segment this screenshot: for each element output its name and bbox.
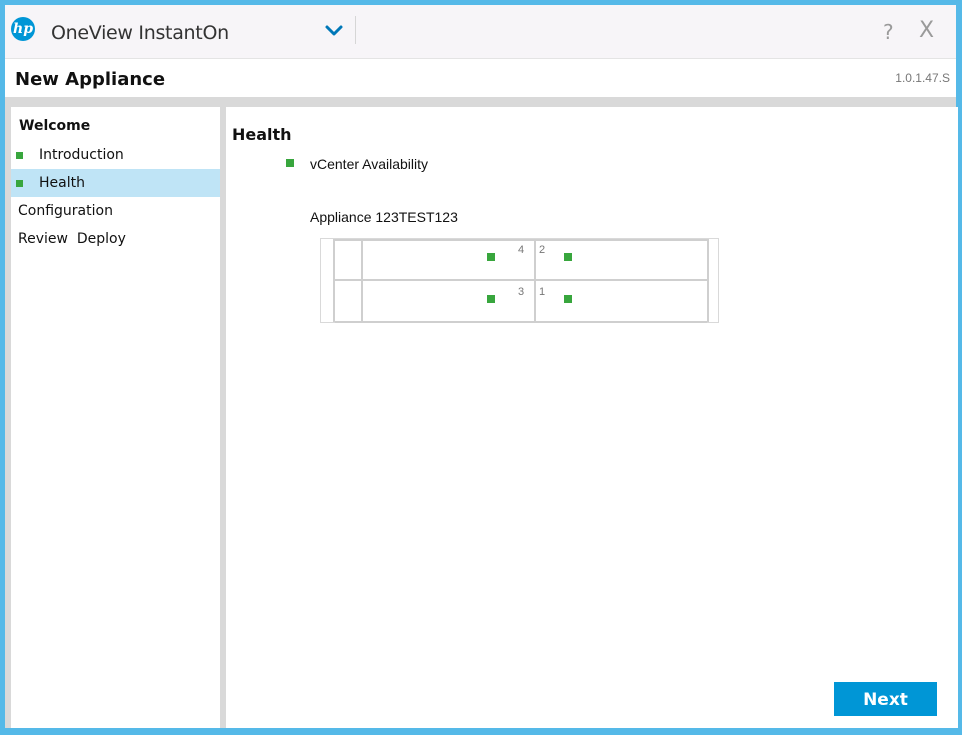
sidebar-item-label: Health xyxy=(39,175,85,191)
sidebar-item-label: Review Deploy xyxy=(18,231,126,247)
title-divider xyxy=(355,16,356,44)
enclosure-divider xyxy=(361,279,363,321)
app-window: hp OneView InstantOn ? X New Appliance 1… xyxy=(5,5,958,728)
next-button[interactable]: Next xyxy=(834,682,937,716)
bay-1-number: 1 xyxy=(539,286,546,298)
sidebar: Welcome Introduction Health Configuratio… xyxy=(11,107,224,728)
hp-logo: hp xyxy=(11,17,35,41)
bay-4-status-icon xyxy=(487,253,495,261)
bay-2-number: 2 xyxy=(539,244,546,256)
sidebar-item-label: Introduction xyxy=(39,147,124,163)
header-divider xyxy=(5,97,956,107)
bay-3-number: 3 xyxy=(518,286,525,298)
sidebar-item-review-deploy[interactable]: Review Deploy xyxy=(11,225,220,253)
enclosure-frame: 4 2 3 1 xyxy=(333,239,709,323)
sidebar-item-welcome[interactable]: Welcome xyxy=(11,112,220,140)
bay-1-status-icon xyxy=(564,295,572,303)
vcenter-availability-label: vCenter Availability xyxy=(310,156,429,172)
sidebar-item-label: Configuration xyxy=(18,203,113,219)
sidebar-item-introduction[interactable]: Introduction xyxy=(11,141,220,169)
enclosure-divider xyxy=(534,279,536,321)
main-content: Health vCenter Availability Appliance 12… xyxy=(224,107,958,728)
bay-2-status-icon xyxy=(564,253,572,261)
enclosure-divider xyxy=(361,239,363,281)
bay-3-status-icon xyxy=(487,295,495,303)
close-button[interactable]: X xyxy=(919,18,934,43)
chevron-down-icon[interactable] xyxy=(323,19,345,41)
section-title: Health xyxy=(232,125,292,144)
sidebar-item-configuration[interactable]: Configuration xyxy=(11,197,220,225)
enclosure-divider xyxy=(534,239,536,281)
help-button[interactable]: ? xyxy=(883,20,894,44)
enclosure-diagram: 4 2 3 1 xyxy=(320,238,719,323)
sidebar-item-health[interactable]: Health xyxy=(11,169,220,197)
status-ok-icon xyxy=(16,152,23,159)
bay-4-number: 4 xyxy=(518,244,525,256)
version-label: 1.0.1.47.S xyxy=(895,71,950,85)
status-ok-icon xyxy=(286,159,294,167)
appliance-label: Appliance 123TEST123 xyxy=(310,209,458,225)
title-bar: hp OneView InstantOn ? X xyxy=(5,5,956,59)
page-title: New Appliance xyxy=(15,69,166,90)
sidebar-item-label: Welcome xyxy=(19,118,91,134)
page-header: New Appliance 1.0.1.47.S xyxy=(5,59,956,97)
app-title: OneView InstantOn xyxy=(51,22,229,44)
status-ok-icon xyxy=(16,180,23,187)
